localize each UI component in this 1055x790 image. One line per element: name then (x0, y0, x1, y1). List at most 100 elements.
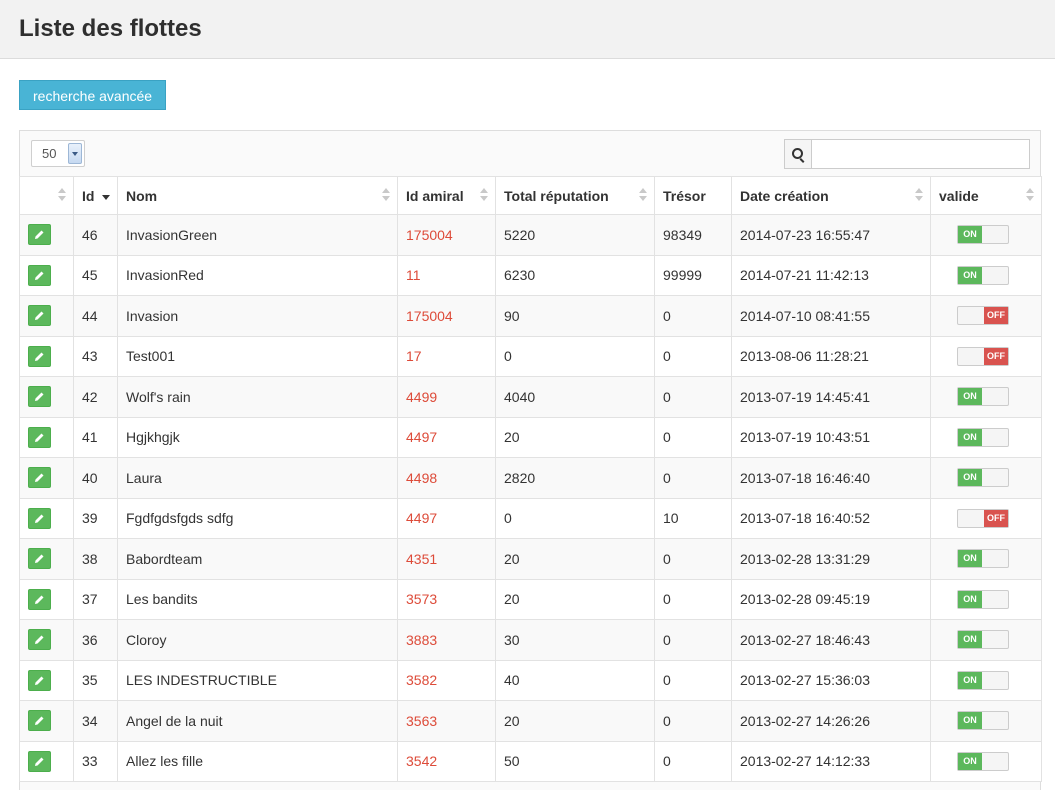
sort-icon (58, 188, 66, 204)
edit-button[interactable] (28, 426, 51, 448)
cell-tresor: 0 (654, 457, 732, 499)
edit-button[interactable] (28, 507, 51, 529)
admiral-link[interactable]: 4497 (406, 510, 437, 526)
column-header-valide[interactable]: valide (930, 176, 1042, 215)
edit-button[interactable] (28, 224, 51, 246)
column-header-id-amiral[interactable]: Id amiral (397, 176, 496, 215)
valide-toggle[interactable]: OFF (957, 508, 1009, 528)
table-row: 45 InvasionRed 11 6230 99999 2014-07-21 11:42… (19, 254, 1042, 296)
cell-date: 2013-07-18 16:46:40 (731, 457, 931, 499)
edit-button[interactable] (28, 548, 51, 570)
admiral-link[interactable]: 11 (406, 267, 421, 283)
cell-reputation: 20 (495, 578, 655, 620)
cell-nom: Wolf's rain (117, 376, 398, 418)
edit-button[interactable] (28, 305, 51, 327)
pencil-icon (35, 554, 44, 564)
valide-toggle[interactable]: ON (957, 630, 1009, 650)
edit-button[interactable] (28, 345, 51, 367)
valide-toggle[interactable]: ON (957, 427, 1009, 447)
edit-button[interactable] (28, 264, 51, 286)
admiral-link[interactable]: 3883 (406, 632, 437, 648)
table-row: 41 Hgjkhgjk 4497 20 0 2013-07-19 10:43:51 ON (19, 416, 1042, 458)
admiral-link[interactable]: 4351 (406, 551, 437, 567)
toggle-state-label: OFF (984, 509, 1008, 527)
admiral-link[interactable]: 17 (406, 348, 422, 364)
pencil-icon (35, 473, 44, 483)
chevron-down-icon[interactable] (68, 143, 82, 164)
edit-button[interactable] (28, 750, 51, 772)
cell-tresor: 10 (654, 497, 732, 539)
cell-reputation: 2820 (495, 457, 655, 499)
valide-toggle[interactable]: ON (957, 387, 1009, 407)
valide-toggle[interactable]: ON (957, 751, 1009, 771)
cell-date: 2013-02-27 14:12:33 (731, 740, 931, 782)
sort-icon (382, 188, 390, 204)
column-header-actions[interactable] (19, 176, 74, 215)
column-header-tresor[interactable]: Trésor (654, 176, 732, 215)
valide-toggle[interactable]: ON (957, 265, 1009, 285)
edit-button[interactable] (28, 710, 51, 732)
page-length-select[interactable]: 50 (31, 140, 85, 167)
cell-date: 2013-07-19 14:45:41 (731, 376, 931, 418)
table-panel: 50 Id Nom Id amiral Total réputation Tré… (19, 130, 1042, 790)
pencil-icon (35, 635, 44, 645)
admiral-link[interactable]: 4499 (406, 389, 437, 405)
table-body: 46 InvasionGreen 175004 5220 98349 2014-07-23… (19, 214, 1042, 782)
pencil-icon (35, 433, 44, 442)
search-input[interactable] (811, 139, 1030, 169)
cell-nom: Les bandits (117, 578, 398, 620)
cell-nom: InvasionRed (117, 254, 398, 296)
edit-button[interactable] (28, 588, 51, 610)
table-row: 33 Allez les fille 3542 50 0 2013-02-27 14:12… (19, 740, 1042, 782)
admiral-link[interactable]: 4498 (406, 470, 437, 486)
table-row: 39 Fgdfgdsfgds sdfg 4497 0 10 2013-07-18 16:4… (19, 497, 1042, 539)
admiral-link[interactable]: 3573 (406, 591, 437, 607)
table-row: 40 Laura 4498 2820 0 2013-07-18 16:46:40 ON (19, 457, 1042, 499)
valide-toggle[interactable]: OFF (957, 346, 1009, 366)
edit-button[interactable] (28, 669, 51, 691)
column-header-id[interactable]: Id (73, 176, 118, 215)
valide-toggle[interactable]: ON (957, 711, 1009, 731)
column-header-nom[interactable]: Nom (117, 176, 398, 215)
cell-tresor: 0 (654, 740, 732, 782)
table-row: 46 InvasionGreen 175004 5220 98349 2014-07-23… (19, 214, 1042, 256)
sort-icon (915, 188, 923, 204)
sort-icon (639, 188, 647, 204)
cell-reputation: 90 (495, 295, 655, 337)
cell-date: 2013-02-28 09:45:19 (731, 578, 931, 620)
page-length-value: 50 (42, 146, 57, 161)
cell-tresor: 98349 (654, 214, 732, 256)
admiral-link[interactable]: 175004 (406, 227, 453, 243)
toggle-state-label: OFF (984, 347, 1008, 365)
cell-id: 43 (73, 335, 118, 377)
valide-toggle[interactable]: ON (957, 670, 1009, 690)
sort-icon (480, 188, 488, 204)
cell-id: 44 (73, 295, 118, 337)
admiral-link[interactable]: 3542 (406, 753, 437, 769)
cell-nom: Laura (117, 457, 398, 499)
cell-date: 2013-02-28 13:31:29 (731, 538, 931, 580)
valide-toggle[interactable]: ON (957, 225, 1009, 245)
admiral-link[interactable]: 3582 (406, 672, 437, 688)
edit-button[interactable] (28, 467, 51, 489)
valide-toggle[interactable]: ON (957, 468, 1009, 488)
cell-reputation: 6230 (495, 254, 655, 296)
valide-toggle[interactable]: OFF (957, 306, 1009, 326)
cell-id: 45 (73, 254, 118, 296)
admiral-link[interactable]: 4497 (406, 429, 437, 445)
edit-button[interactable] (28, 629, 51, 651)
valide-toggle[interactable]: ON (957, 589, 1009, 609)
toggle-state-label: ON (958, 752, 982, 770)
page-header: Liste des flottes (0, 0, 1055, 59)
admiral-link[interactable]: 3563 (406, 713, 437, 729)
column-header-total-reputation[interactable]: Total réputation (495, 176, 655, 215)
cell-date: 2014-07-21 11:42:13 (731, 254, 931, 296)
column-header-date-creation[interactable]: Date création (731, 176, 931, 215)
edit-button[interactable] (28, 386, 51, 408)
admiral-link[interactable]: 175004 (406, 308, 453, 324)
toggle-state-label: OFF (984, 307, 1008, 325)
cell-tresor: 99999 (654, 254, 732, 296)
advanced-search-button[interactable]: recherche avancée (19, 80, 167, 110)
valide-toggle[interactable]: ON (957, 549, 1009, 569)
table-row: 43 Test001 17 0 0 2013-08-06 11:28:21 OFF (19, 335, 1042, 377)
